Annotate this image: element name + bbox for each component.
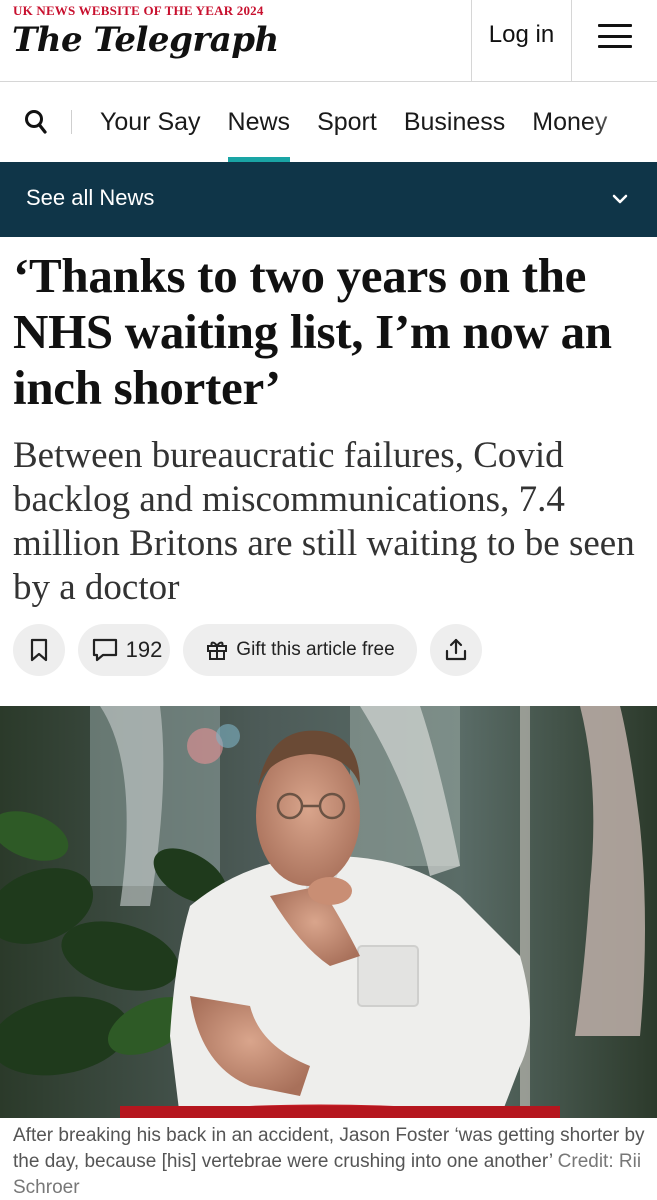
nav-divider xyxy=(71,110,72,134)
comment-icon xyxy=(92,638,117,662)
site-logo[interactable]: The Telegraph xyxy=(12,20,279,60)
hamburger-icon xyxy=(597,24,632,48)
nav-item-your-say[interactable]: Your Say xyxy=(100,82,201,162)
nav-item-sport[interactable]: Sport xyxy=(317,82,377,162)
chevron-down-icon xyxy=(612,194,628,204)
article-headline: ‘Thanks to two years on the NHS waiting … xyxy=(13,248,612,415)
share-button[interactable] xyxy=(430,624,482,676)
gift-icon xyxy=(207,641,228,660)
search-icon[interactable] xyxy=(24,109,48,135)
comments-button[interactable]: 192 xyxy=(78,624,170,676)
gift-article-label: Gift this article free xyxy=(236,639,395,660)
photo-caption: After breaking his back in an accident, … xyxy=(13,1123,649,1200)
bookmark-button[interactable] xyxy=(13,624,65,676)
login-button[interactable]: Log in xyxy=(471,0,571,82)
bookmark-icon xyxy=(30,638,48,662)
photo-caption-text: After breaking his back in an accident, … xyxy=(13,1125,645,1172)
comment-count: 192 xyxy=(125,637,163,662)
nav-item-business[interactable]: Business xyxy=(404,82,505,162)
nav-overflow-fade xyxy=(587,82,657,162)
menu-button[interactable] xyxy=(571,0,657,82)
gift-article-button[interactable]: Gift this article free xyxy=(183,624,417,676)
section-nav: Your Say News Sport Business Money xyxy=(0,82,657,162)
see-all-news-dropdown[interactable]: See all News xyxy=(0,162,657,237)
article-standfirst: Between bureaucratic failures, Covid bac… xyxy=(13,435,635,608)
article-actions: 192 Gift this article free xyxy=(13,624,495,676)
article-photo xyxy=(0,706,657,1118)
nav-item-news[interactable]: News xyxy=(227,82,290,162)
see-all-news-label: See all News xyxy=(26,185,155,210)
share-icon xyxy=(445,638,467,661)
article-photo-illustration xyxy=(0,706,657,1118)
site-header: UK NEWS WEBSITE OF THE YEAR 2024 The Tel… xyxy=(0,0,657,82)
site-tagline: UK NEWS WEBSITE OF THE YEAR 2024 xyxy=(13,3,264,18)
